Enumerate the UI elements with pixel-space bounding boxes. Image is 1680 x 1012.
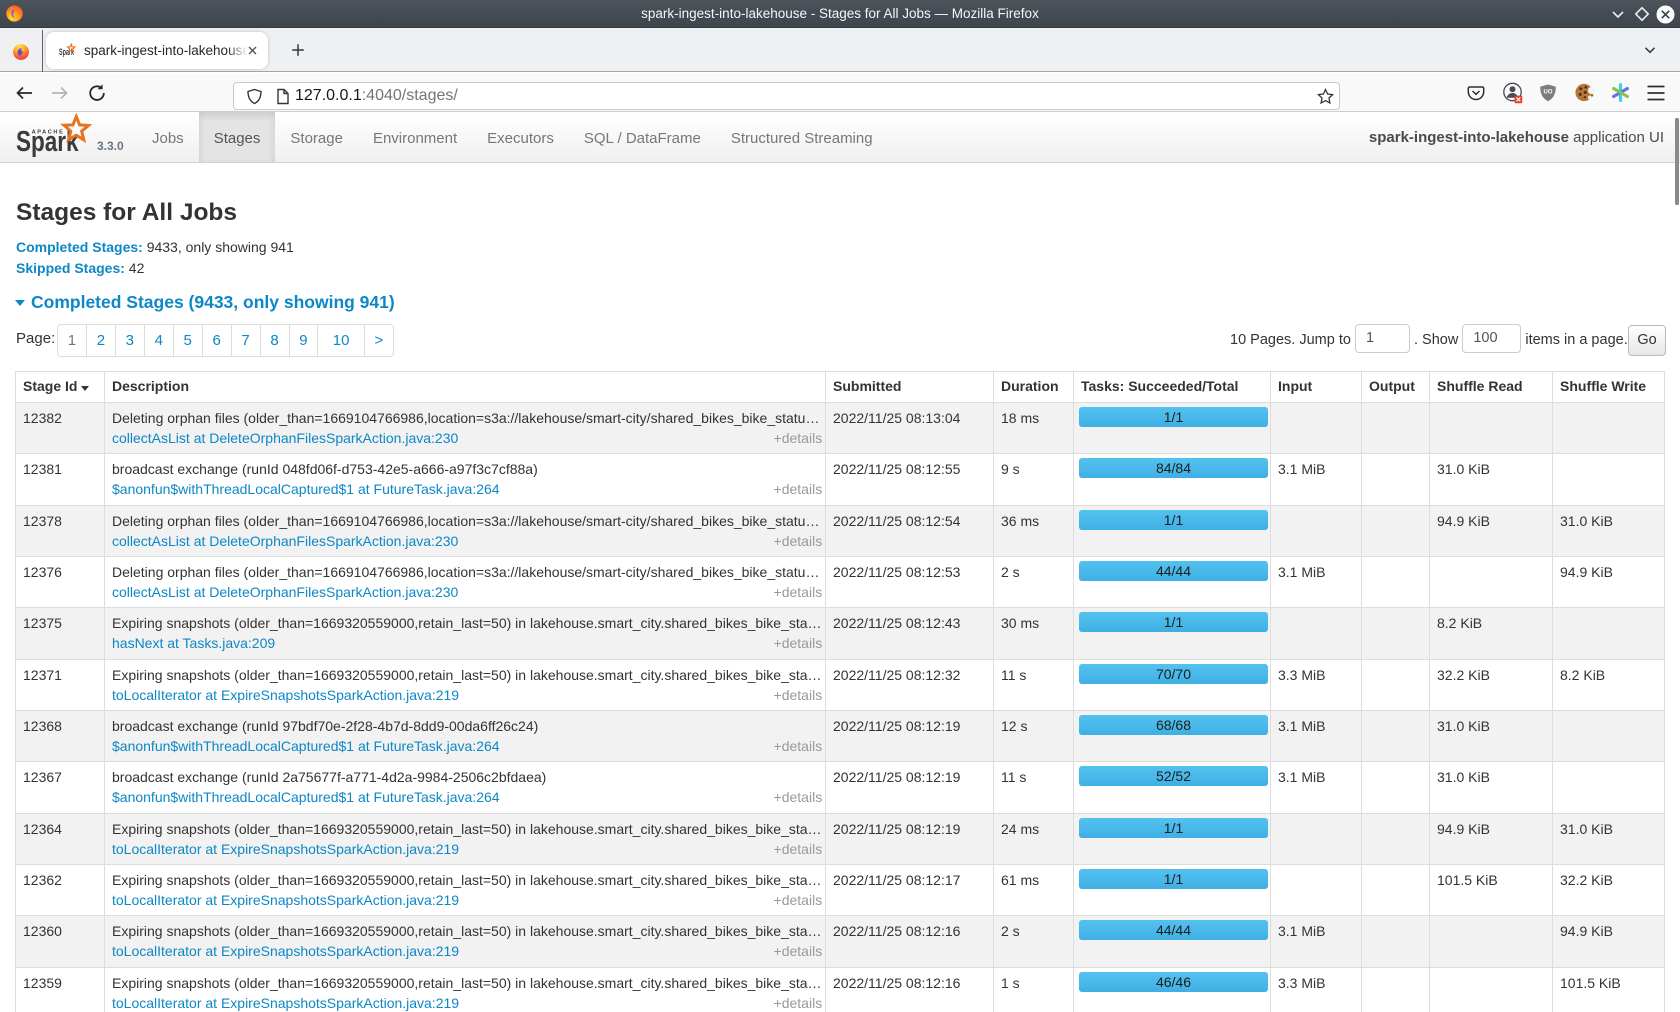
svg-text:UO: UO xyxy=(1544,90,1553,96)
svg-text:Spark: Spark xyxy=(59,46,75,57)
